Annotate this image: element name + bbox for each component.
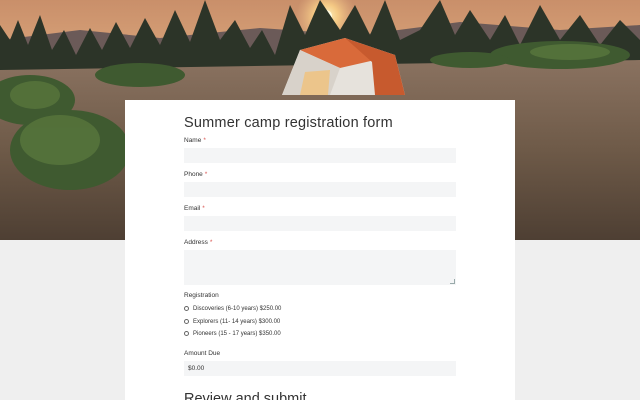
phone-label-text: Phone — [184, 171, 203, 178]
form-title: Summer camp registration form — [184, 115, 393, 131]
registration-label: Registration — [184, 292, 219, 299]
radio-option-label: Explorers (11- 14 years) $300.00 — [193, 318, 281, 325]
address-label: Address * — [184, 239, 212, 246]
registration-form-card: Summer camp registration form Name * Phon… — [125, 100, 515, 400]
registration-option-explorers[interactable]: Explorers (11- 14 years) $300.00 — [184, 317, 280, 326]
review-submit-heading: Review and submit — [184, 391, 307, 400]
email-label-text: Email — [184, 205, 201, 212]
amount-due-label: Amount Due — [184, 350, 221, 357]
amount-due-field: $0.00 — [184, 361, 456, 376]
radio-option-label: Discoveries (6-10 years) $250.00 — [193, 305, 282, 312]
name-label-text: Name — [184, 137, 202, 144]
address-textarea[interactable] — [184, 250, 456, 285]
phone-input[interactable] — [184, 182, 456, 197]
registration-option-pioneers[interactable]: Pioneers (15 - 17 years) $350.00 — [184, 329, 281, 338]
required-marker: * — [203, 137, 206, 144]
phone-label: Phone * — [184, 171, 207, 178]
email-input[interactable] — [184, 216, 456, 231]
name-label: Name * — [184, 137, 206, 144]
required-marker: * — [204, 171, 208, 178]
radio-button[interactable] — [184, 319, 189, 324]
email-label: Email * — [184, 205, 205, 212]
address-label-text: Address — [184, 239, 208, 246]
radio-option-label: Pioneers (15 - 17 years) $350.00 — [193, 330, 281, 337]
required-marker: * — [202, 205, 205, 212]
radio-button[interactable] — [184, 306, 189, 311]
resize-handle-icon[interactable] — [450, 279, 455, 284]
radio-button[interactable] — [184, 331, 189, 336]
required-marker: * — [209, 239, 213, 246]
name-input[interactable] — [184, 148, 456, 163]
registration-option-discoveries[interactable]: Discoveries (6-10 years) $250.00 — [184, 304, 281, 313]
